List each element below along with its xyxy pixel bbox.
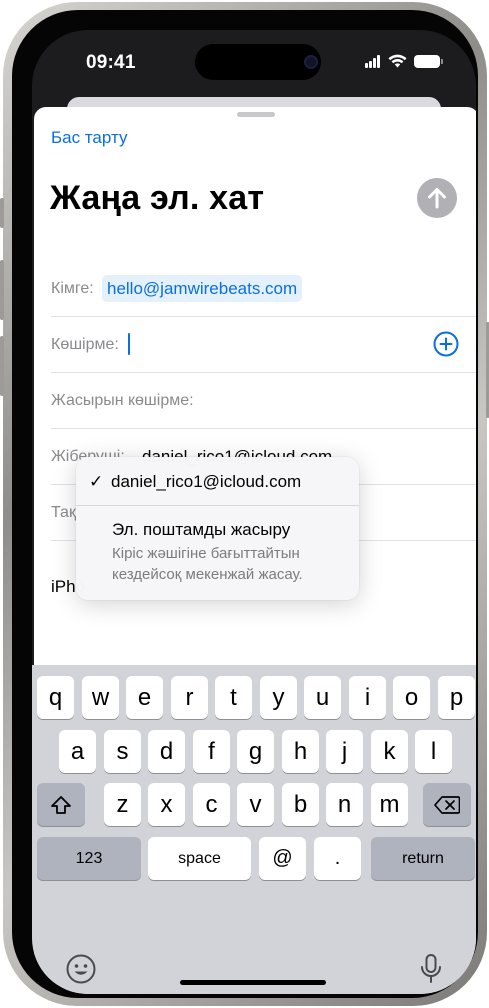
bcc-label: Жасырын көшірме: xyxy=(51,392,194,409)
numbers-key[interactable]: 123 xyxy=(37,837,141,880)
shift-icon xyxy=(51,795,71,814)
period-key[interactable]: . xyxy=(314,837,361,880)
key-u[interactable]: u xyxy=(304,676,341,719)
key-m[interactable]: m xyxy=(371,783,408,826)
menu-item-icloud-address[interactable]: daniel_rico1@icloud.com xyxy=(111,472,301,492)
cc-label: Көшірме: xyxy=(51,336,119,353)
microphone-icon[interactable] xyxy=(419,953,443,985)
battery-icon xyxy=(414,54,443,68)
sheet-grabber[interactable] xyxy=(237,112,275,117)
return-key[interactable]: return xyxy=(371,837,475,880)
checkmark-icon: ✓ xyxy=(89,472,104,491)
key-z[interactable]: z xyxy=(104,783,141,826)
text-cursor xyxy=(128,333,130,355)
key-f[interactable]: f xyxy=(193,730,230,773)
front-camera-icon xyxy=(304,55,318,69)
dynamic-island xyxy=(195,44,321,80)
to-label: Кімге: xyxy=(51,280,94,297)
recipient-chip[interactable]: hello@jamwirebeats.com xyxy=(102,275,303,302)
delete-key[interactable] xyxy=(423,783,471,826)
key-t[interactable]: t xyxy=(215,676,252,719)
key-n[interactable]: n xyxy=(326,783,363,826)
arrow-up-icon xyxy=(428,188,446,209)
cc-field[interactable]: Көшірме: xyxy=(51,317,476,373)
cancel-button[interactable]: Бас тарту xyxy=(51,128,127,148)
at-key[interactable]: @ xyxy=(259,837,306,880)
bcc-field[interactable]: Жасырын көшірме: xyxy=(51,373,476,429)
key-w[interactable]: w xyxy=(82,676,119,719)
add-contact-icon[interactable] xyxy=(433,331,459,357)
key-k[interactable]: k xyxy=(371,730,408,773)
key-j[interactable]: j xyxy=(326,730,363,773)
page-title: Жаңа эл. хат xyxy=(50,179,265,217)
cellular-signal-icon xyxy=(365,54,381,68)
send-button[interactable] xyxy=(417,178,457,218)
key-s[interactable]: s xyxy=(104,730,141,773)
key-p[interactable]: p xyxy=(438,676,475,719)
key-b[interactable]: b xyxy=(282,783,319,826)
space-key[interactable]: space xyxy=(148,837,251,880)
key-l[interactable]: l xyxy=(415,730,452,773)
key-a[interactable]: a xyxy=(59,730,96,773)
subject-label: Тақ xyxy=(51,504,76,521)
key-o[interactable]: o xyxy=(393,676,430,719)
key-i[interactable]: i xyxy=(349,676,386,719)
volume-down-button xyxy=(0,336,4,396)
key-v[interactable]: v xyxy=(237,783,274,826)
keyboard: q w e r t y u i o p a s d f g h j k l z … xyxy=(32,665,476,994)
key-q[interactable]: q xyxy=(37,676,74,719)
volume-up-button xyxy=(0,260,4,320)
key-g[interactable]: g xyxy=(237,730,274,773)
menu-divider xyxy=(76,505,359,506)
key-e[interactable]: e xyxy=(126,676,163,719)
key-d[interactable]: d xyxy=(148,730,185,773)
backspace-icon xyxy=(434,795,460,814)
from-address-menu: ✓ daniel_rico1@icloud.com Эл. поштамды ж… xyxy=(76,457,359,600)
key-r[interactable]: r xyxy=(171,676,208,719)
key-c[interactable]: c xyxy=(193,783,230,826)
key-h[interactable]: h xyxy=(282,730,319,773)
key-x[interactable]: x xyxy=(148,783,185,826)
action-button xyxy=(0,198,4,228)
home-indicator[interactable] xyxy=(180,980,326,985)
key-y[interactable]: y xyxy=(260,676,297,719)
emoji-icon[interactable] xyxy=(65,953,97,985)
shift-key[interactable] xyxy=(37,783,85,826)
status-time: 09:41 xyxy=(86,52,136,73)
status-icons xyxy=(365,54,443,68)
menu-item-description: Кіріс жәшігіне бағыттайтын кездейсоқ мек… xyxy=(112,545,303,583)
to-field[interactable]: Кімге: hello@jamwirebeats.com xyxy=(51,261,476,317)
wifi-icon xyxy=(388,54,407,68)
menu-item-hide-my-email[interactable]: Эл. поштамды жасыру xyxy=(112,520,290,540)
